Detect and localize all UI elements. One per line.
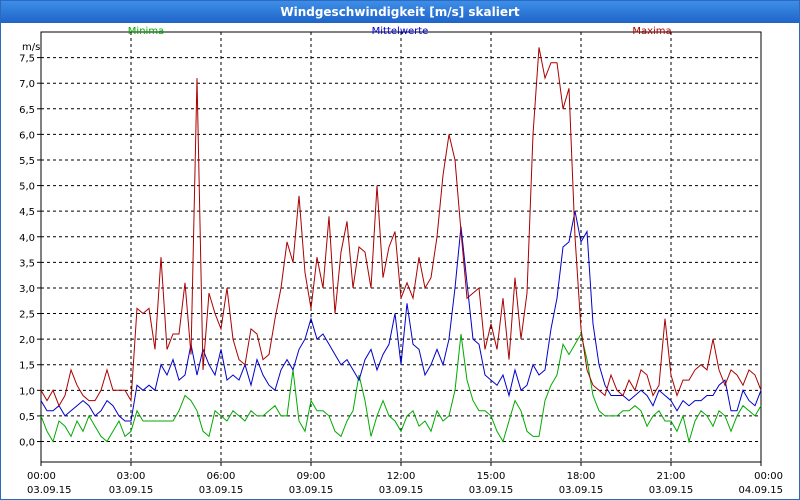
y-tick-label: 7,0 [19,79,35,90]
x-tick-time-label: 12:00 [387,471,416,482]
y-tick-label: 0,5 [19,412,35,423]
y-tick-label: 7,5 [19,54,35,65]
x-tick-time-label: 21:00 [657,471,686,482]
y-tick-label: 0,0 [19,438,35,449]
y-tick-label: 3,5 [19,258,35,269]
y-tick-label: 6,0 [19,130,35,141]
x-tick-date-label: 03.09.15 [199,485,244,496]
legend-entry-minima: Minima [128,26,164,37]
x-tick-date-label: 03.09.15 [289,485,334,496]
x-tick-date-label: 04.09.15 [738,485,783,496]
plot-area [40,31,762,463]
y-tick-label: 1,5 [19,361,35,372]
x-tick-date-label: 03.09.15 [379,485,424,496]
y-tick-label: 2,0 [19,335,35,346]
y-tick-label: 4,0 [19,233,35,244]
x-tick-date-label: 03.09.15 [109,485,154,496]
y-tick-label: 5,0 [19,182,35,193]
x-tick-date-label: 03.09.15 [469,485,514,496]
wind-speed-chart: 0,0 0,5 1,0 1,5 2,0 2,5 3,0 3,5 4,0 4,5 5,0 5,5 6,0 6… [19,26,783,496]
x-tick-time-label: 03:00 [117,471,146,482]
y-tick-label: 3,0 [19,284,35,295]
x-tick-date-label: 03.09.15 [649,485,694,496]
y-axis: 0,0 0,5 1,0 1,5 2,0 2,5 3,0 3,5 4,0 4,5 5,0 5,5 6,0 6… [19,54,41,449]
legend-entry-mittelwerte: Mittelwerte [372,26,429,37]
x-tick-time-label: 15:00 [477,471,506,482]
legend-entry-maxima: Maxima [632,26,671,37]
y-tick-label: 6,5 [19,105,35,116]
y-axis-label: m/s [22,42,40,53]
x-tick-time-label: 06:00 [207,471,236,482]
x-tick-time-label: 09:00 [297,471,326,482]
x-axis: 00:00 03.09.15 03:00 03.09.15 06:00 03.09.15 0… [27,462,783,496]
x-tick-time-label: 18:00 [567,471,596,482]
x-tick-time-label: 00:00 [27,471,56,482]
x-tick-date-label: 03.09.15 [27,485,72,496]
y-tick-label: 4,5 [19,207,35,218]
x-tick-date-label: 03.09.15 [559,485,604,496]
x-tick-time-label: 00:00 [754,471,783,482]
y-tick-label: 2,5 [19,310,35,321]
y-tick-label: 5,5 [19,156,35,167]
y-tick-label: 1,0 [19,386,35,397]
